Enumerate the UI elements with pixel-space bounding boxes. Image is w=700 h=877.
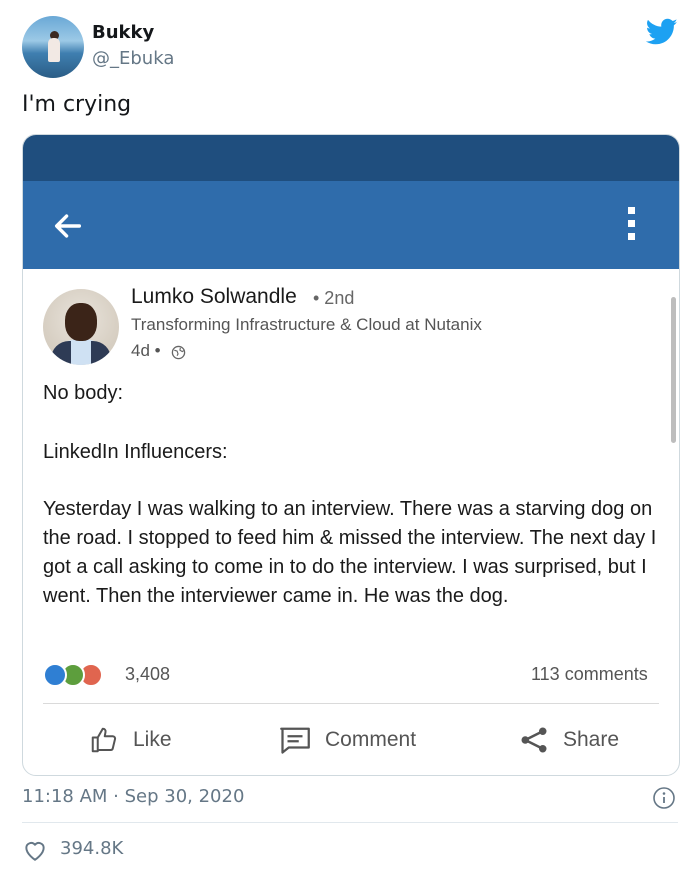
globe-icon [171,345,186,360]
like-label: Like [133,728,172,751]
heart-icon[interactable] [22,838,48,862]
like-reaction-icon [43,663,67,687]
twitter-bird-icon[interactable] [646,18,678,46]
info-icon[interactable] [652,786,676,810]
reaction-icons [43,663,113,687]
back-arrow-icon [54,214,82,238]
share-label: Share [563,728,620,751]
divider [43,703,659,704]
tweet-timestamp[interactable]: 11:18 AM · Sep 30, 2020 [22,786,244,807]
connection-degree: • 2nd [313,288,355,308]
post-body-paragraph: Yesterday I was walking to an interview.… [43,498,657,607]
reactions-count: 3,408 [125,664,171,684]
like-button: Like [87,725,172,755]
post-author-headline: Transforming Infrastructure & Cloud at N… [131,315,482,334]
thumbs-up-icon [91,727,117,753]
like-count[interactable]: 394.8K [60,838,123,859]
tweet-author-name[interactable]: Bukky [92,22,154,43]
comment-label: Comment [325,728,417,751]
post-author-avatar [43,289,119,365]
post-author-name: Lumko Solwandle [131,285,297,308]
divider [22,822,678,823]
comment-button: Comment [277,725,416,755]
post-body-line: No body: [43,382,124,404]
more-options-icon [627,207,637,247]
tweet-author-avatar[interactable] [22,16,84,78]
linkedin-app-bar [23,181,679,269]
comment-icon [280,727,310,754]
share-button: Share [517,725,619,755]
post-age: 4d • [131,341,161,360]
comments-count: 113 comments [531,664,648,684]
tweet-text: I'm crying [22,92,132,117]
tweet-author-handle[interactable]: @_Ebuka [92,48,174,69]
embedded-linkedin-screenshot[interactable]: Lumko Solwandle • 2nd Transforming Infra… [22,134,680,776]
post-body-line: LinkedIn Influencers: [43,441,228,463]
share-icon [521,727,547,753]
scrollbar [671,297,676,443]
phone-status-bar [23,135,679,181]
